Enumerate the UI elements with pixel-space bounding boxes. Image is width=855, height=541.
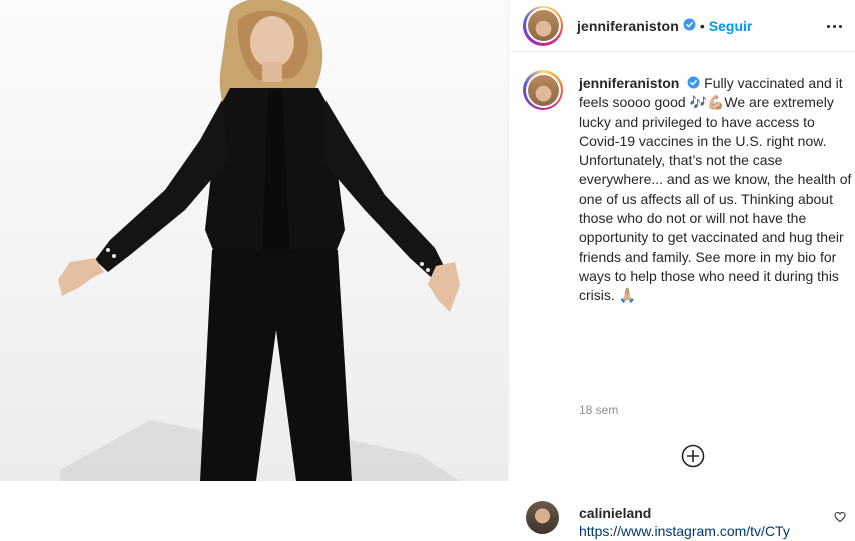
author-avatar[interactable] xyxy=(523,5,563,46)
post-photo-illustration xyxy=(58,0,460,481)
post-side-panel: jenniferaniston • Seguir jenniferaniston… xyxy=(508,0,855,539)
commenter-avatar[interactable] xyxy=(526,501,559,534)
post-header: jenniferaniston • Seguir xyxy=(509,0,855,52)
heart-icon[interactable] xyxy=(834,510,846,523)
comment-item: calinieland https://www.instagram.com/tv… xyxy=(523,501,848,541)
follow-button[interactable]: Seguir xyxy=(709,18,753,34)
comment-text[interactable]: https://www.instagram.com/tv/CTy xyxy=(579,523,790,539)
author-username[interactable]: jenniferaniston xyxy=(577,18,679,34)
post-photo[interactable] xyxy=(0,0,508,481)
header-separator: • xyxy=(699,17,705,34)
commenter-username[interactable]: calinieland xyxy=(579,505,651,521)
comments-section: jenniferaniston Fully vaccinated and it … xyxy=(509,52,855,539)
caption-username[interactable]: jenniferaniston xyxy=(579,75,679,91)
plus-circle-icon[interactable] xyxy=(681,444,705,468)
verified-badge-icon xyxy=(683,75,700,91)
caption-author-avatar[interactable] xyxy=(523,70,563,110)
more-options-icon[interactable] xyxy=(823,16,845,36)
caption-text: Fully vaccinated and it feels soooo good… xyxy=(579,75,852,304)
caption-text-block: jenniferaniston Fully vaccinated and it … xyxy=(579,74,854,306)
post-timestamp[interactable]: 18 sem xyxy=(579,403,618,417)
verified-badge-icon xyxy=(679,17,696,35)
